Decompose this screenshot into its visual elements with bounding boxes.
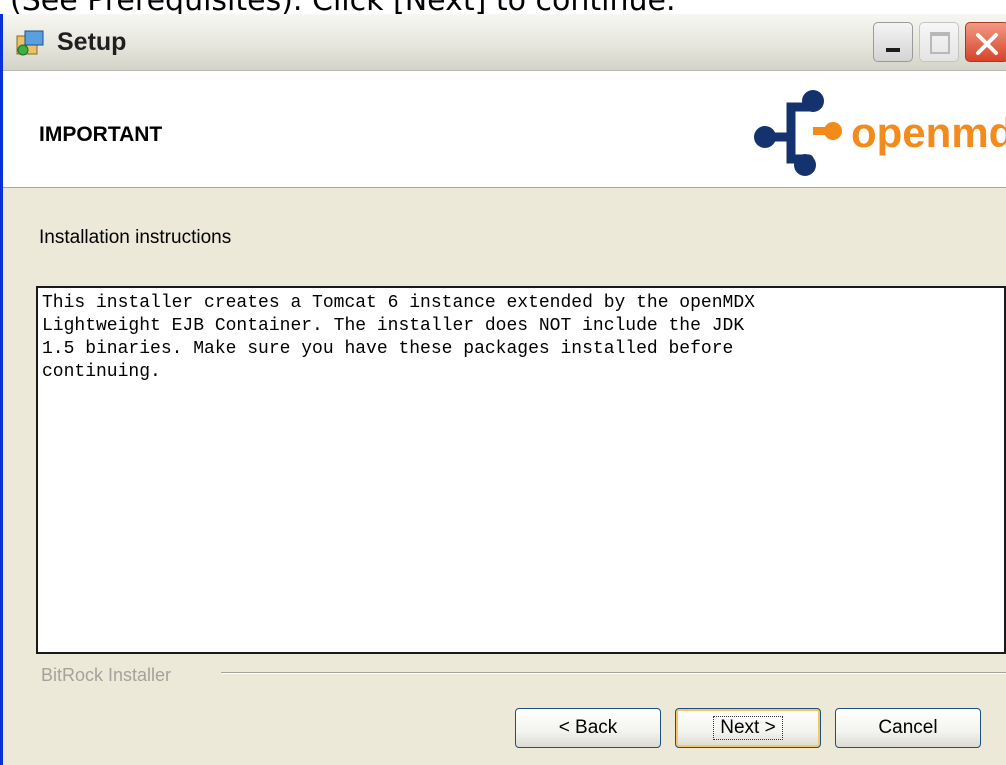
cancel-button[interactable]: Cancel bbox=[835, 708, 981, 748]
separator-line bbox=[221, 672, 1006, 674]
window-title: Setup bbox=[57, 28, 127, 56]
back-button[interactable]: < Back bbox=[515, 708, 661, 748]
setup-window: Setup IMPORTANT openmdx Installation ins… bbox=[0, 14, 1006, 765]
back-button-label: < Back bbox=[558, 717, 618, 738]
maximize-icon bbox=[919, 22, 959, 62]
wizard-header: IMPORTANT openmdx bbox=[3, 71, 1006, 188]
next-button[interactable]: Next > bbox=[675, 708, 821, 748]
logo-text: openmdx bbox=[851, 109, 1006, 156]
instructions-textarea[interactable]: This installer creates a Tomcat 6 instan… bbox=[36, 286, 1006, 654]
setup-app-icon bbox=[15, 28, 47, 58]
openmdx-logo: openmdx bbox=[754, 90, 1006, 176]
title-bar[interactable]: Setup bbox=[3, 14, 1006, 71]
minimize-icon[interactable] bbox=[873, 22, 913, 62]
cancel-button-label: Cancel bbox=[878, 717, 938, 738]
page-title: IMPORTANT bbox=[39, 123, 163, 146]
next-button-label: Next > bbox=[713, 716, 783, 740]
close-icon[interactable] bbox=[965, 22, 1006, 62]
installer-brand-label: BitRock Installer bbox=[41, 665, 172, 685]
section-label: Installation instructions bbox=[39, 227, 232, 248]
